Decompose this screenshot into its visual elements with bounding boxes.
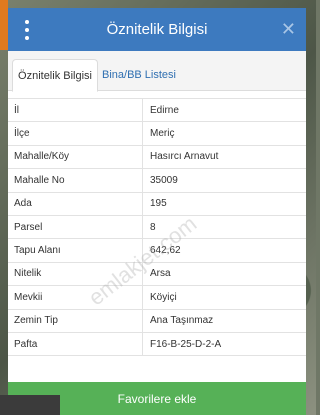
table-row: Mahalle No 35009 xyxy=(8,168,306,193)
logo xyxy=(0,395,60,415)
table-row: Zemin Tip Ana Taşınmaz xyxy=(8,308,306,333)
row-key: Mahalle/Köy xyxy=(8,144,143,170)
row-value: Arsa xyxy=(142,261,306,287)
attribute-table: İl Edirne İlçe Meriç Mahalle/Köy Hasırcı Ar… xyxy=(8,97,306,357)
attribute-info-modal: Öznitelik Bilgisi ✕ Öznitelik Bilgisi Bi… xyxy=(8,8,306,415)
row-key: İl xyxy=(8,97,143,123)
tab-attribute-info[interactable]: Öznitelik Bilgisi xyxy=(12,59,98,92)
row-value: 195 xyxy=(142,191,306,216)
table-row: Tapu Alanı 642,62 xyxy=(8,238,306,263)
table-row: İl Edirne xyxy=(8,97,306,123)
row-key: Mevkii xyxy=(8,285,143,310)
modal-title: Öznitelik Bilgisi xyxy=(106,21,208,38)
row-value: Köyiçi xyxy=(142,285,306,310)
tab-building-list[interactable]: Bina/BB Listesi xyxy=(98,59,180,90)
row-value: 8 xyxy=(142,214,306,240)
row-value: Ana Taşınmaz xyxy=(142,308,306,333)
row-key: Mahalle No xyxy=(8,168,143,193)
row-key: Tapu Alanı xyxy=(8,238,143,263)
table-row: Pafta F16-B-25-D-2-A xyxy=(8,331,306,357)
close-icon[interactable]: ✕ xyxy=(281,19,296,39)
row-key: Parsel xyxy=(8,214,143,240)
orange-strip xyxy=(0,0,8,50)
row-key: Zemin Tip xyxy=(8,308,143,333)
row-value: Edirne xyxy=(142,97,306,123)
tab-bar: Öznitelik Bilgisi Bina/BB Listesi xyxy=(8,51,306,92)
row-value: F16-B-25-D-2-A xyxy=(142,331,306,357)
row-value: 642,62 xyxy=(142,238,306,263)
row-key: Pafta xyxy=(8,331,143,357)
row-value: Meriç xyxy=(142,121,306,146)
row-value: 35009 xyxy=(142,168,306,193)
table-row: Mahalle/Köy Hasırcı Arnavut xyxy=(8,144,306,170)
table-row: Nitelik Arsa xyxy=(8,261,306,287)
row-key: İlçe xyxy=(8,121,143,146)
table-row: Ada 195 xyxy=(8,191,306,216)
table-row: İlçe Meriç xyxy=(8,121,306,146)
row-key: Ada xyxy=(8,191,143,216)
table-row: Parsel 8 xyxy=(8,214,306,240)
row-key: Nitelik xyxy=(8,261,143,287)
table-row: Mevkii Köyiçi xyxy=(8,285,306,310)
kebab-menu-icon[interactable] xyxy=(22,20,32,40)
row-value: Hasırcı Arnavut xyxy=(142,144,306,170)
modal-header: Öznitelik Bilgisi ✕ xyxy=(8,8,306,51)
